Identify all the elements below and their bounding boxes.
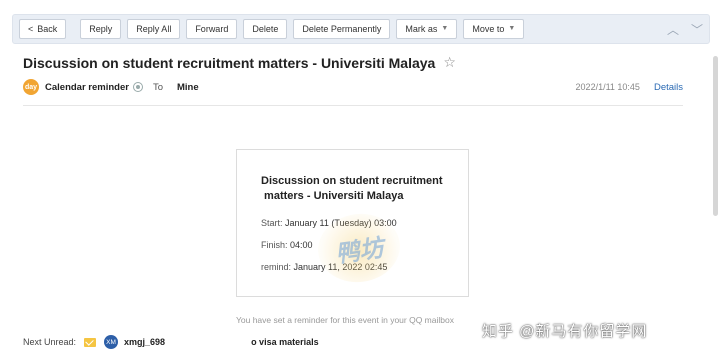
next-unread-label: Next Unread: bbox=[23, 337, 77, 347]
next-unread-row[interactable]: Next Unread: XM xmgj_698 o visa material… bbox=[23, 335, 319, 349]
chevron-down-icon[interactable]: ﹀ bbox=[691, 21, 703, 38]
delete-button[interactable]: Delete bbox=[243, 19, 288, 39]
move-to-dropdown[interactable]: Move to ▼ bbox=[463, 19, 525, 39]
sender-avatar: day bbox=[23, 79, 39, 95]
caret-down-icon: ▼ bbox=[441, 25, 449, 32]
verified-icon bbox=[132, 82, 143, 92]
start-label: Start: bbox=[261, 218, 283, 228]
mark-as-dropdown[interactable]: Mark as ▼ bbox=[396, 19, 458, 39]
sender-row: day Calendar reminder To Mine 2022/1/11 … bbox=[23, 78, 683, 96]
scrollbar[interactable] bbox=[713, 56, 718, 216]
email-subject: Discussion on student recruitment matter… bbox=[23, 54, 436, 71]
caret-down-icon: ▼ bbox=[508, 25, 516, 32]
mail-icon bbox=[84, 337, 97, 347]
reminder-note: You have set a reminder for this event i… bbox=[236, 315, 454, 325]
next-unread-sender[interactable]: xmgj_698 bbox=[124, 337, 165, 347]
mark-as-label: Mark as bbox=[405, 24, 438, 34]
email-toolbar: < Back Reply Reply All Forward Delete De… bbox=[12, 14, 710, 44]
to-label: To bbox=[152, 81, 163, 93]
forward-button[interactable]: Forward bbox=[186, 19, 238, 39]
delete-permanently-button[interactable]: Delete Permanently bbox=[293, 19, 391, 39]
event-title-line1: Discussion on student recruitment bbox=[261, 175, 443, 187]
chevron-up-icon[interactable]: ︿ bbox=[667, 21, 679, 38]
email-date: 2022/1/11 10:45 bbox=[575, 82, 640, 92]
reply-all-button[interactable]: Reply All bbox=[127, 19, 181, 39]
sender-badge: XM bbox=[104, 335, 119, 349]
remind-label: remind: bbox=[261, 262, 292, 272]
reply-button[interactable]: Reply bbox=[80, 19, 122, 39]
finish-value: 04:00 bbox=[290, 240, 313, 250]
sender-name[interactable]: Calendar reminder bbox=[45, 82, 129, 93]
back-button[interactable]: < Back bbox=[19, 19, 67, 39]
details-link[interactable]: Details bbox=[654, 82, 683, 93]
star-icon[interactable]: ☆ bbox=[443, 54, 456, 71]
event-title-line2: matters - Universiti Malaya bbox=[261, 190, 404, 202]
header-divider bbox=[23, 105, 683, 106]
event-title: Discussion on student recruitment matter… bbox=[261, 174, 446, 204]
next-unread-subject[interactable]: o visa materials bbox=[251, 337, 319, 347]
recipient-name[interactable]: Mine bbox=[177, 82, 199, 93]
move-to-label: Move to bbox=[472, 24, 505, 34]
chevron-left-icon: < bbox=[28, 24, 34, 34]
site-watermark: 知乎 @新马有你留学网 bbox=[482, 323, 648, 340]
back-label: Back bbox=[37, 24, 58, 34]
subject-row: Discussion on student recruitment matter… bbox=[23, 54, 456, 71]
mail-navigation: ︿ ﹀ bbox=[667, 21, 703, 38]
finish-label: Finish: bbox=[261, 240, 288, 250]
